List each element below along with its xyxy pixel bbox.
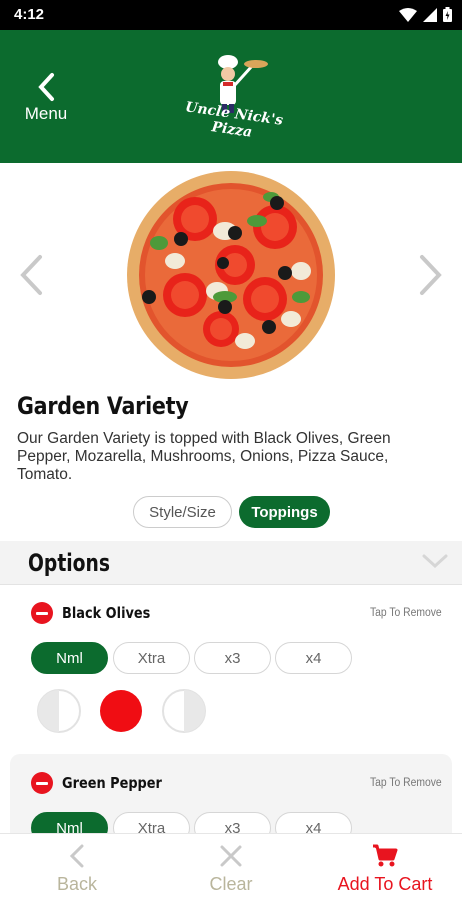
back-button[interactable]: Back [2,834,152,900]
quantity-x4-button[interactable]: x4 [275,642,352,674]
options-header[interactable]: Options [0,541,462,585]
minus-circle-icon[interactable] [31,772,53,794]
whole-portion-icon[interactable] [98,688,144,734]
back-to-menu-button[interactable]: Menu [20,72,72,128]
product-image-carousel [0,163,462,385]
right-half-portion-icon[interactable] [161,688,207,734]
app-header: Menu Uncle Nick's Pizza [0,30,462,163]
clear-label: Clear [209,874,253,894]
topping-name: Green Pepper [62,774,162,792]
topping-name: Black Olives [62,604,151,622]
clear-button[interactable]: Clear [156,834,306,900]
quantity-nml-button[interactable]: Nml [31,642,108,674]
chevron-right-icon[interactable] [416,253,446,297]
bottom-action-bar: Back Clear Add To Cart [0,833,462,900]
pizza-image [127,171,335,379]
add-to-cart-button[interactable]: Add To Cart [310,834,460,900]
minus-circle-icon[interactable] [31,602,53,624]
chevron-left-icon[interactable] [16,253,46,297]
signal-icon [423,7,437,22]
chevron-down-icon[interactable] [422,553,448,569]
tap-to-remove-label[interactable]: Tap To Remove [370,607,442,619]
cart-icon [373,844,398,867]
status-icons [399,7,452,22]
chevron-left-icon [69,844,84,868]
wifi-icon [399,7,417,22]
status-time: 4:12 [14,6,45,23]
battery-icon [443,7,452,22]
logo: Uncle Nick's Pizza [168,54,298,144]
product-description: Our Garden Variety is topped with Black … [17,430,391,483]
quantity-x3-button[interactable]: x3 [194,642,271,674]
tab-style-size[interactable]: Style/Size [133,496,232,528]
chevron-left-icon [38,73,54,101]
back-label: Back [56,874,98,894]
status-bar: 4:12 [0,0,462,30]
add-to-cart-label: Add To Cart [337,874,433,894]
product-title: Garden Variety [17,392,189,420]
tap-to-remove-label[interactable]: Tap To Remove [370,777,442,789]
topping-option-card: Green Pepper Tap To Remove Nml Xtra x3 x… [10,754,452,844]
tab-toppings[interactable]: Toppings [239,496,330,528]
topping-option-card: Black Olives Tap To Remove Nml Xtra x3 x… [0,587,462,747]
close-icon [220,845,242,867]
back-to-menu-label: Menu [24,104,68,123]
quantity-xtra-button[interactable]: Xtra [113,642,190,674]
left-half-portion-icon[interactable] [36,688,82,734]
options-title: Options [28,549,111,577]
